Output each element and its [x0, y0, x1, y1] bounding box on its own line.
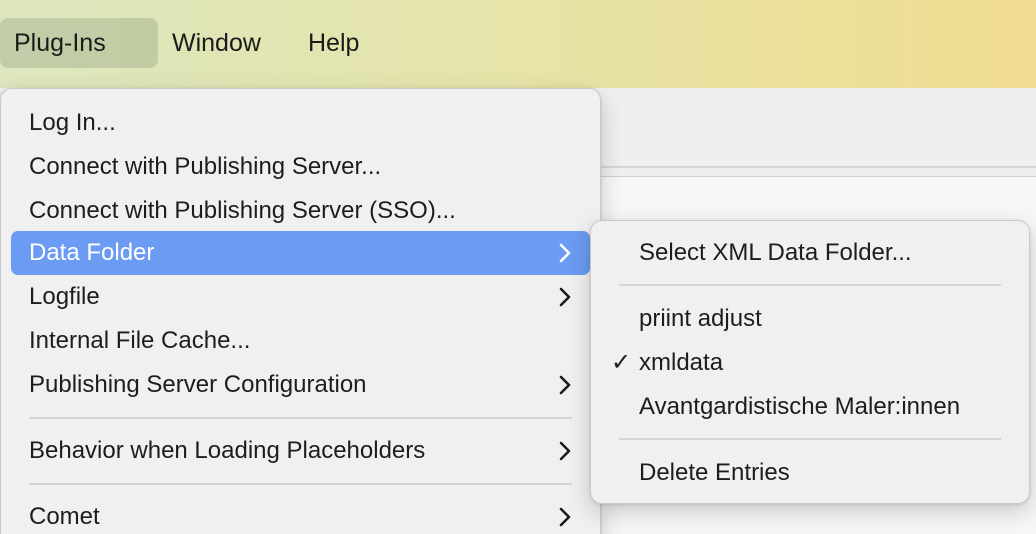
- menubar-help[interactable]: Help: [294, 18, 373, 68]
- menu-separator: [619, 284, 1001, 286]
- menu-item-label: Behavior when Loading Placeholders: [29, 437, 426, 464]
- plugins-menu: Log In... Connect with Publishing Server…: [0, 88, 601, 534]
- chevron-right-icon: [554, 495, 576, 534]
- menu-separator: [619, 438, 1001, 440]
- menu-item-label: Data Folder: [29, 239, 155, 266]
- menu-item-connect-publishing-server-sso[interactable]: Connect with Publishing Server (SSO)...: [11, 189, 590, 233]
- menu-item-internal-file-cache[interactable]: Internal File Cache...: [11, 319, 590, 363]
- submenu-item-priint-adjust[interactable]: priint adjust: [601, 297, 1019, 341]
- submenu-item-select-xml-data-folder[interactable]: Select XML Data Folder...: [601, 231, 1019, 275]
- menu-item-data-folder[interactable]: Data Folder: [11, 231, 590, 275]
- menu-item-label: Connect with Publishing Server...: [29, 153, 382, 180]
- menu-separator: [29, 483, 572, 485]
- menu-item-log-in[interactable]: Log In...: [11, 101, 590, 145]
- data-folder-submenu: Select XML Data Folder... priint adjust …: [590, 220, 1030, 504]
- menu-item-logfile[interactable]: Logfile: [11, 275, 590, 319]
- checkmark-icon: ✓: [611, 349, 632, 376]
- menu-item-behavior-loading-placeholders[interactable]: Behavior when Loading Placeholders: [11, 429, 590, 473]
- menu-item-publishing-server-configuration[interactable]: Publishing Server Configuration: [11, 363, 590, 407]
- chevron-right-icon: [554, 363, 576, 407]
- submenu-item-avantgardistische-maler[interactable]: Avantgardistische Maler:innen: [601, 385, 1019, 429]
- menubar-window[interactable]: Window: [158, 18, 275, 68]
- menu-item-label: Delete Entries: [639, 459, 790, 486]
- menu-item-label: Publishing Server Configuration: [29, 371, 367, 398]
- menu-item-connect-publishing-server[interactable]: Connect with Publishing Server...: [11, 145, 590, 189]
- submenu-item-xmldata[interactable]: ✓ xmldata: [601, 341, 1019, 385]
- menu-item-label: Internal File Cache...: [29, 327, 251, 354]
- chevron-right-icon: [554, 231, 576, 275]
- chevron-right-icon: [554, 275, 576, 319]
- menubar: Plug-Ins Window Help: [0, 0, 1036, 88]
- menu-item-comet[interactable]: Comet: [11, 495, 590, 534]
- toolbar-divider: [600, 166, 1036, 168]
- menu-item-label: Comet: [29, 503, 100, 530]
- menu-item-label: xmldata: [639, 349, 724, 376]
- menubar-plugins[interactable]: Plug-Ins: [0, 18, 158, 68]
- submenu-item-delete-entries[interactable]: Delete Entries: [601, 451, 1019, 495]
- menu-item-label: Avantgardistische Maler:innen: [639, 393, 961, 420]
- menu-item-label: Log In...: [29, 109, 116, 136]
- menu-item-label: priint adjust: [639, 305, 762, 332]
- menu-item-label: Logfile: [29, 283, 100, 310]
- menu-item-label: Connect with Publishing Server (SSO)...: [29, 197, 456, 224]
- chevron-right-icon: [554, 429, 576, 473]
- menu-item-label: Select XML Data Folder...: [639, 239, 912, 266]
- menu-separator: [29, 417, 572, 419]
